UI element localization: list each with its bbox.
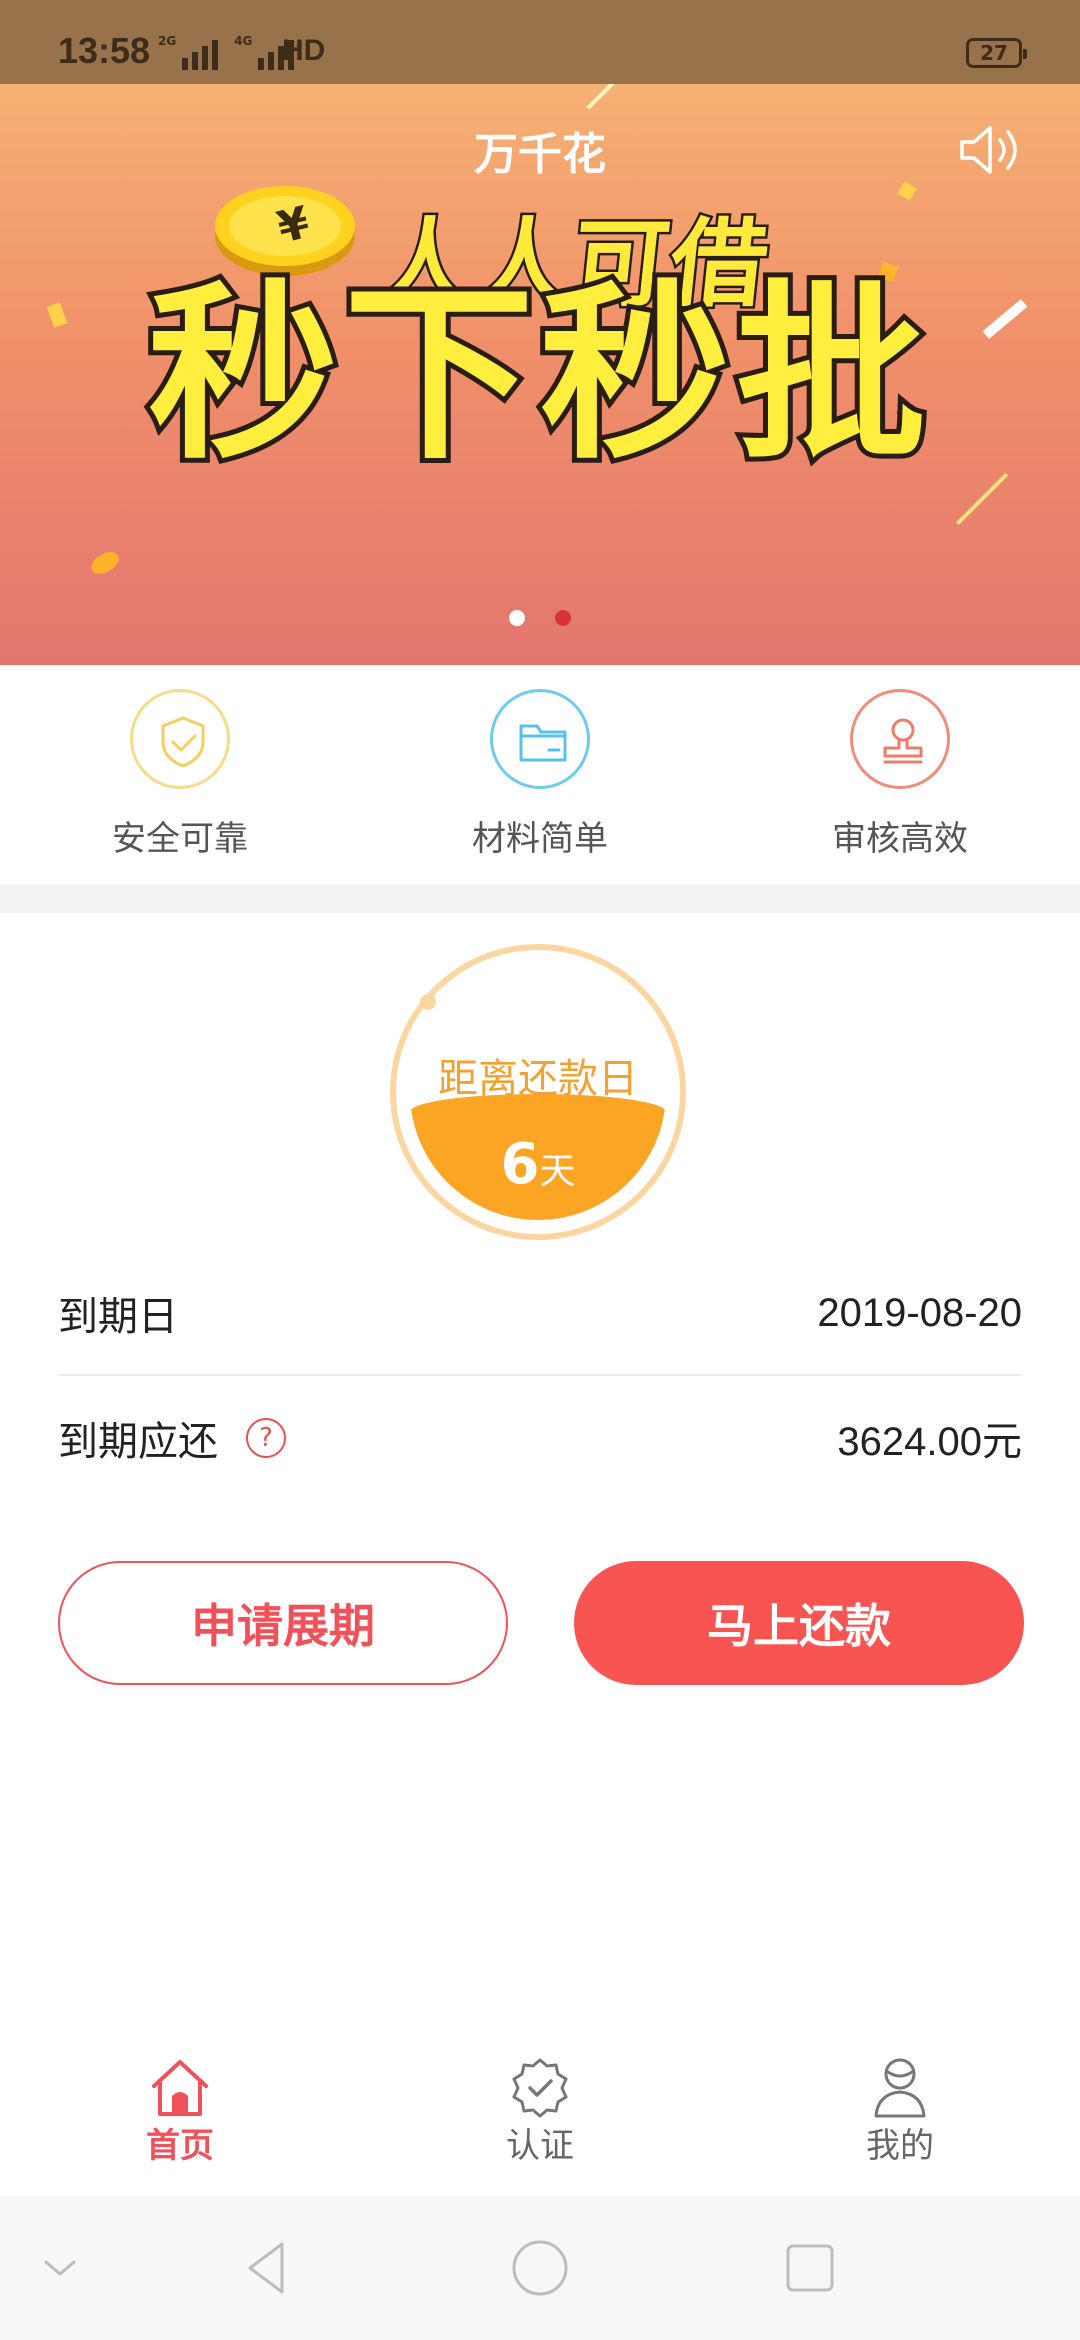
carousel-dot-2[interactable] (555, 610, 571, 626)
promo-banner[interactable]: 万千花 ¥ 人人可借 秒下秒批 (0, 84, 1080, 665)
carousel-dot-1[interactable] (509, 610, 525, 626)
home-circle-icon[interactable] (508, 2236, 572, 2300)
feature-efficient: 审核高效 (720, 665, 1080, 885)
nav-item-verify[interactable]: 认证 (360, 2040, 720, 2196)
banner-app-name: 万千花 (474, 129, 606, 180)
shield-check-icon (130, 689, 230, 789)
system-navigation-bar (0, 2196, 1080, 2340)
home-icon (152, 2060, 208, 2116)
due-amount-label-wrap: 到期应还 ? (58, 1409, 286, 1467)
due-date-row: 到期日 2019-08-20 (58, 1252, 1022, 1376)
countdown-inner: 距离还款日 6天 (410, 964, 666, 1220)
nav-label-profile: 我的 (866, 2126, 934, 2166)
verified-badge-icon (512, 2058, 568, 2118)
nav-item-profile[interactable]: 我的 (720, 2040, 1080, 2196)
hd-indicator: HD (282, 34, 326, 67)
feature-label-simple: 材料简单 (472, 819, 608, 859)
countdown-days: 6天 (410, 1132, 666, 1197)
bottom-navigation: 首页 认证 我的 (0, 2040, 1080, 2196)
status-bar: 13:58 2G 4G HD 27 (0, 0, 1080, 84)
due-date-label: 到期日 (58, 1294, 178, 1340)
due-amount-value: 3624.00元 (837, 1420, 1022, 1464)
banner-headline-2: 秒下秒批 (143, 264, 932, 485)
signal-icon: 2G 4G (158, 34, 295, 70)
countdown-days-unit: 天 (539, 1151, 576, 1192)
recents-icon[interactable] (778, 2236, 842, 2300)
nav-item-home[interactable]: 首页 (0, 2040, 360, 2196)
feature-row: 安全可靠 材料简单 审核高效 (0, 665, 1080, 885)
carousel-indicator (0, 610, 1080, 626)
feature-simple: 材料简单 (360, 665, 720, 885)
status-time: 13:58 (58, 30, 151, 71)
due-amount-label: 到期应还 (58, 1419, 218, 1465)
battery-level: 27 (980, 41, 1008, 65)
battery-icon: 27 (966, 38, 1027, 68)
speaker-icon[interactable] (956, 120, 1026, 180)
section-divider (0, 885, 1080, 913)
help-icon[interactable]: ? (246, 1418, 286, 1458)
feature-safe: 安全可靠 (0, 665, 360, 885)
countdown-label: 距离还款日 (438, 1056, 638, 1102)
network-type-2: 4G (234, 34, 253, 48)
repayment-countdown: 距离还款日 6天 (390, 944, 686, 1240)
nav-label-home: 首页 (146, 2126, 214, 2166)
due-date-value: 2019-08-20 (817, 1290, 1022, 1335)
feature-label-safe: 安全可靠 (112, 819, 248, 859)
stamp-icon (850, 689, 950, 789)
folder-icon (490, 689, 590, 789)
back-icon[interactable] (238, 2236, 302, 2300)
network-type-1: 2G (158, 34, 177, 48)
countdown-days-number: 6 (500, 1132, 540, 1197)
repay-now-button[interactable]: 马上还款 (574, 1561, 1024, 1685)
profile-icon (874, 2058, 926, 2118)
chevron-down-icon[interactable] (28, 2236, 92, 2300)
feature-label-efficient: 审核高效 (832, 819, 968, 859)
countdown-knob (420, 994, 436, 1010)
due-amount-row: 到期应还 ? 3624.00元 (58, 1376, 1022, 1500)
apply-extension-button[interactable]: 申请展期 (58, 1561, 508, 1685)
nav-label-verify: 认证 (506, 2126, 574, 2166)
